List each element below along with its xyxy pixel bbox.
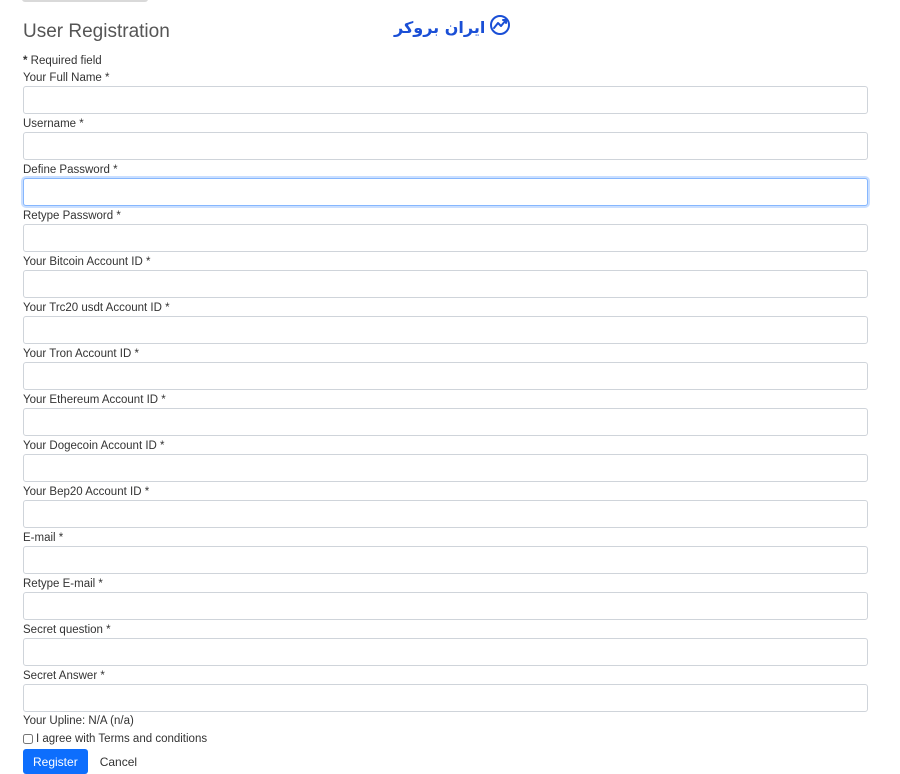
field-email: E-mail *	[23, 531, 868, 577]
ethereum-account-input[interactable]	[23, 408, 868, 436]
logo-text: ایران بروکر	[394, 17, 486, 37]
terms-label[interactable]: I agree with Terms and conditions	[36, 732, 207, 746]
page-title: User Registration	[23, 21, 170, 42]
username-input[interactable]	[23, 132, 868, 160]
field-bitcoin-account: Your Bitcoin Account ID *	[23, 255, 868, 301]
form-actions: Register Cancel	[23, 749, 137, 774]
field-label: Your Trc20 usdt Account ID *	[23, 302, 170, 314]
bep20-account-input[interactable]	[23, 500, 868, 528]
field-define-password: Define Password *	[23, 163, 868, 209]
required-note-text: Required field	[27, 55, 102, 67]
field-full-name: Your Full Name *	[23, 71, 868, 117]
registration-form: Your Full Name * Username * Define Passw…	[23, 71, 868, 715]
trend-chart-icon	[489, 14, 511, 41]
field-label: Your Tron Account ID *	[23, 348, 139, 360]
field-secret-answer: Secret Answer *	[23, 669, 868, 715]
field-retype-email: Retype E-mail *	[23, 577, 868, 623]
field-trc20-account: Your Trc20 usdt Account ID *	[23, 301, 868, 347]
field-label: Username *	[23, 118, 84, 130]
dogecoin-account-input[interactable]	[23, 454, 868, 482]
terms-checkbox[interactable]	[23, 734, 33, 744]
email-input[interactable]	[23, 546, 868, 574]
terms-agreement: I agree with Terms and conditions	[23, 732, 207, 746]
field-label: Secret question *	[23, 624, 111, 636]
brand-logo[interactable]: ایران بروکر	[394, 14, 511, 41]
field-ethereum-account: Your Ethereum Account ID *	[23, 393, 868, 439]
field-label: E-mail *	[23, 532, 64, 544]
field-label: Secret Answer *	[23, 670, 105, 682]
tron-account-input[interactable]	[23, 362, 868, 390]
required-field-note: * Required field	[23, 54, 102, 68]
field-label: Retype Password *	[23, 210, 121, 222]
retype-password-input[interactable]	[23, 224, 868, 252]
cancel-button[interactable]: Cancel	[100, 755, 137, 769]
full-name-input[interactable]	[23, 86, 868, 114]
field-label: Define Password *	[23, 164, 118, 176]
field-label: Your Ethereum Account ID *	[23, 394, 166, 406]
secret-question-input[interactable]	[23, 638, 868, 666]
field-retype-password: Retype Password *	[23, 209, 868, 255]
field-label: Your Dogecoin Account ID *	[23, 440, 165, 452]
field-username: Username *	[23, 117, 868, 163]
field-bep20-account: Your Bep20 Account ID *	[23, 485, 868, 531]
field-label: Your Full Name *	[23, 72, 110, 84]
cropped-top-element	[22, 0, 148, 2]
define-password-input[interactable]	[23, 178, 868, 206]
field-label: Retype E-mail *	[23, 578, 103, 590]
field-secret-question: Secret question *	[23, 623, 868, 669]
upline-info: Your Upline: N/A (n/a)	[23, 715, 134, 727]
field-dogecoin-account: Your Dogecoin Account ID *	[23, 439, 868, 485]
field-label: Your Bep20 Account ID *	[23, 486, 150, 498]
field-tron-account: Your Tron Account ID *	[23, 347, 868, 393]
secret-answer-input[interactable]	[23, 684, 868, 712]
register-button[interactable]: Register	[23, 749, 88, 774]
bitcoin-account-input[interactable]	[23, 270, 868, 298]
retype-email-input[interactable]	[23, 592, 868, 620]
field-label: Your Bitcoin Account ID *	[23, 256, 151, 268]
trc20-account-input[interactable]	[23, 316, 868, 344]
